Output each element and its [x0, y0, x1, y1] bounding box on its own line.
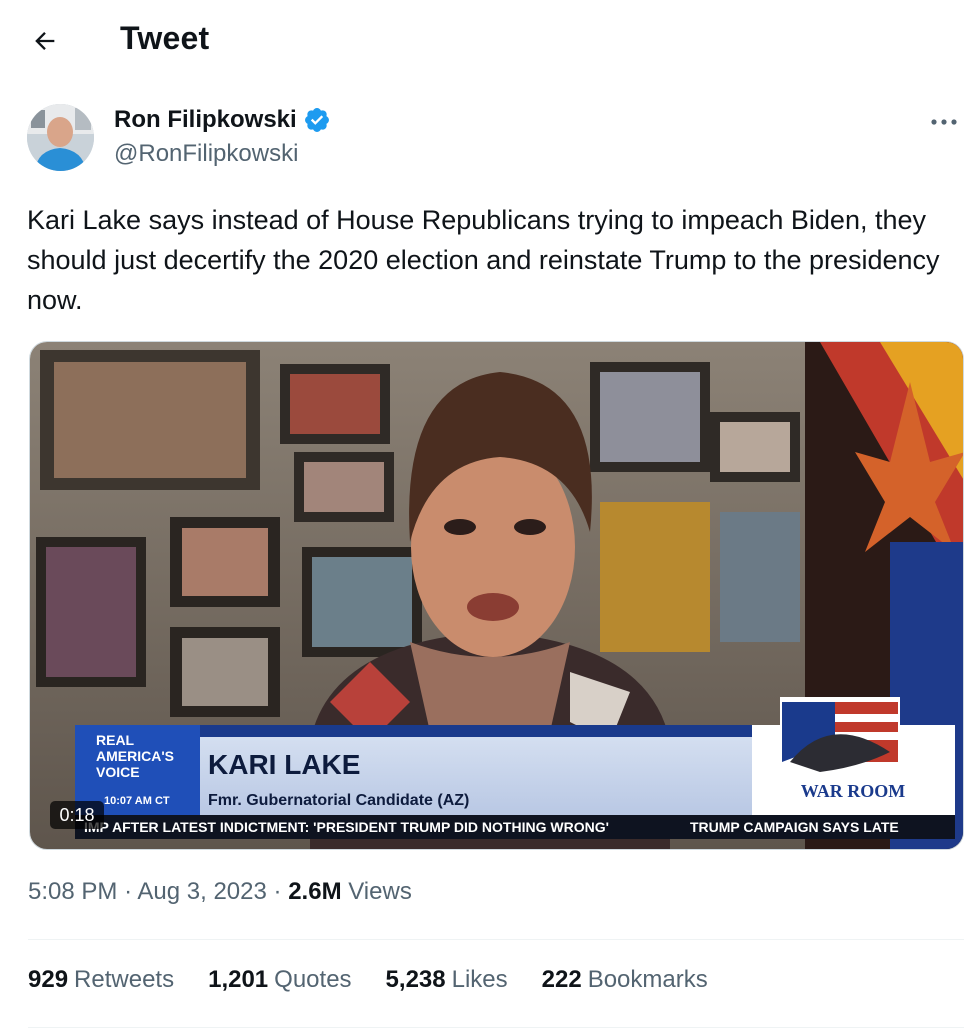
divider [28, 939, 964, 940]
network-line-2: AMERICA'S [96, 748, 174, 764]
views-count: 2.6M [288, 878, 342, 905]
broadcast-clock: 10:07 AM CT [104, 795, 170, 807]
more-button[interactable] [924, 106, 964, 138]
engagement-stats: 929 Retweets 1,201 Quotes 5,238 Likes 22… [28, 966, 742, 994]
tweet-text: Kari Lake says instead of House Republic… [27, 205, 940, 315]
quotes-stat[interactable]: 1,201 Quotes [208, 966, 351, 994]
tweet-meta: 5:08 PM · Aug 3, 2023 · 2.6M Views [28, 878, 412, 906]
tweet-time[interactable]: 5:08 PM [28, 878, 117, 905]
author-handle[interactable]: @RonFilipkowski [114, 140, 298, 168]
quotes-label: Quotes [274, 966, 352, 993]
author-name-row[interactable]: Ron Filipkowski [114, 106, 331, 134]
arrow-left-icon [35, 32, 55, 50]
views-label: Views [348, 878, 412, 905]
top-bar: Tweet [0, 0, 980, 82]
tweet-date[interactable]: Aug 3, 2023 [137, 878, 266, 905]
retweets-label: Retweets [74, 966, 175, 993]
show-logo: WAR ROOM [801, 781, 906, 801]
page-title: Tweet [120, 20, 210, 56]
quotes-count: 1,201 [208, 966, 269, 993]
avatar-image [27, 104, 94, 171]
ticker-right: TRUMP CAMPAIGN SAYS LATE [690, 819, 899, 835]
network-line-3: VOICE [96, 764, 140, 780]
back-button[interactable] [22, 18, 68, 64]
bookmarks-label: Bookmarks [587, 966, 708, 993]
bookmarks-count: 222 [541, 966, 582, 993]
video-player[interactable]: REAL AMERICA'S VOICE 10:07 AM CT KARI LA… [29, 341, 964, 850]
video-frame: REAL AMERICA'S VOICE 10:07 AM CT KARI LA… [30, 342, 963, 849]
ticker-left: IMP AFTER LATEST INDICTMENT: 'PRESIDENT … [84, 819, 609, 835]
more-horizontal-icon [931, 119, 957, 125]
retweets-stat[interactable]: 929 Retweets [28, 966, 174, 994]
likes-stat[interactable]: 5,238 Likes [386, 966, 508, 994]
retweets-count: 929 [28, 966, 69, 993]
divider [28, 1027, 964, 1028]
lower-third-title: Fmr. Gubernatorial Candidate (AZ) [208, 792, 469, 809]
bookmarks-stat[interactable]: 222 Bookmarks [542, 966, 708, 994]
meta-separator-1: · [124, 878, 138, 905]
likes-label: Likes [451, 966, 508, 993]
video-duration: 0:18 [59, 805, 94, 825]
meta-separator-2: · [273, 878, 289, 905]
lower-third-name: KARI LAKE [208, 749, 360, 780]
likes-count: 5,238 [385, 966, 446, 993]
network-line-1: REAL [96, 732, 135, 748]
verified-badge-icon [304, 108, 329, 132]
avatar[interactable] [27, 104, 94, 171]
author-name[interactable]: Ron Filipkowski [114, 106, 297, 134]
